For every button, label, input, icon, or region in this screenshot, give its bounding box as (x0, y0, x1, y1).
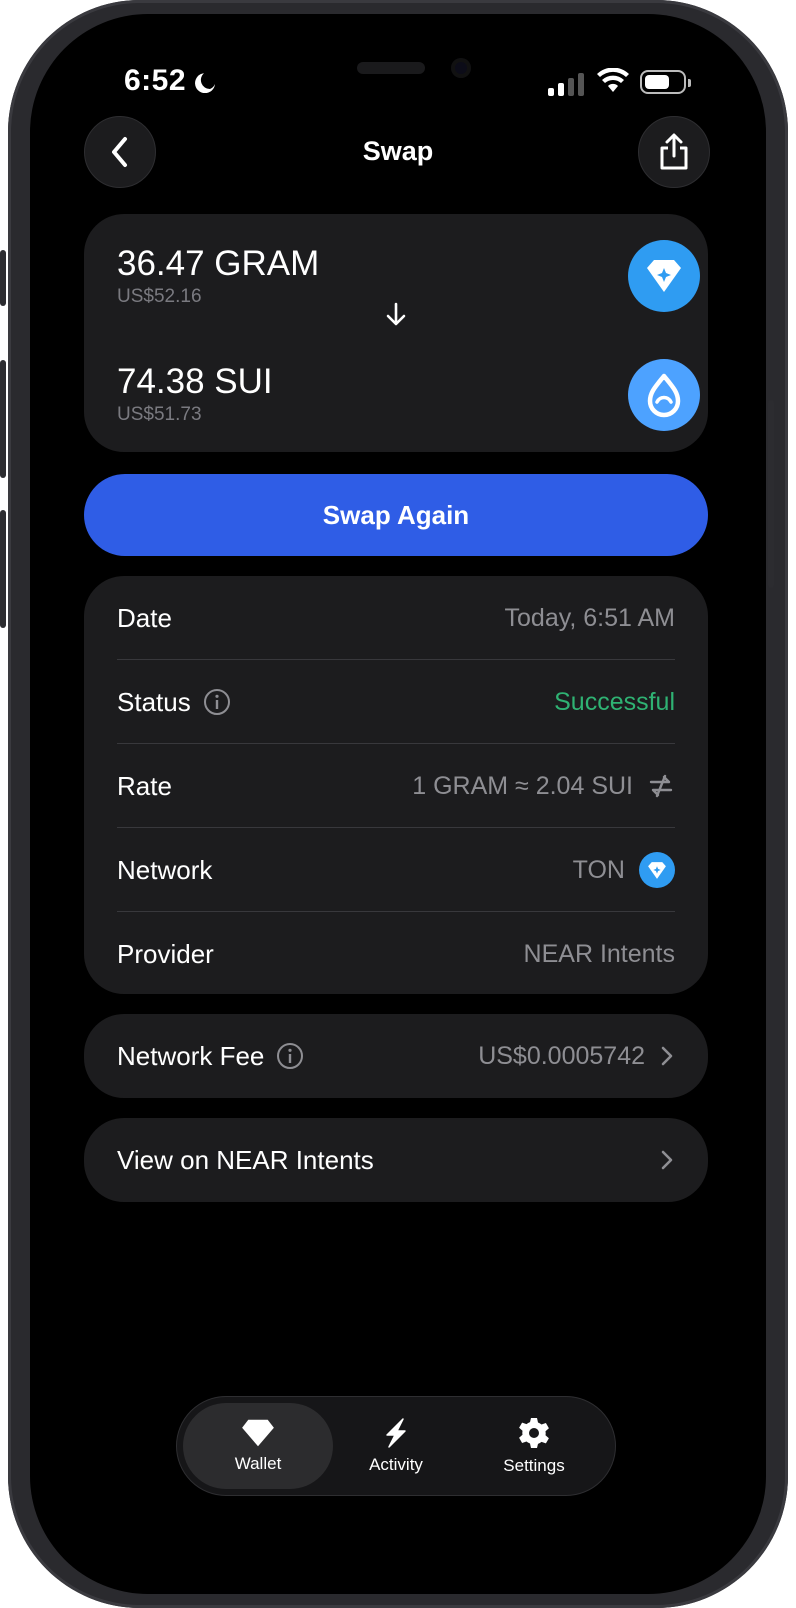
wifi-icon (597, 68, 629, 92)
share-icon (660, 133, 688, 170)
lightning-icon (386, 1418, 406, 1448)
tab-wallet[interactable]: Wallet (183, 1403, 333, 1489)
tab-label: Wallet (234, 1454, 282, 1473)
provider-value: NEAR Intents (523, 939, 675, 968)
action-button (0, 250, 6, 306)
battery-icon (640, 70, 691, 94)
sui-drop-icon (628, 359, 700, 431)
tab-settings[interactable]: Settings (459, 1403, 609, 1489)
chevron-right-icon (661, 1046, 673, 1066)
screen: 6:52 Swap 36.47 GRAM US$52.16 74.38 SUI … (30, 14, 766, 1594)
from-usd-value: US$52.16 (117, 286, 202, 307)
status-label: Status (117, 686, 191, 717)
view-link-chevron (659, 1148, 675, 1172)
ton-network-icon (639, 852, 675, 888)
moon-icon (195, 73, 216, 93)
swap-direction-icon[interactable] (647, 772, 675, 800)
status-time-text: 6:52 (124, 64, 187, 97)
network-value: TON (572, 855, 625, 884)
status-label-group: Status (117, 687, 231, 718)
detail-row-network: Network TON (117, 828, 675, 912)
tab-bar: Wallet Activity Settings (176, 1396, 616, 1496)
provider-label: Provider (117, 938, 214, 969)
tab-label: Activity (369, 1455, 423, 1474)
rate-value-group: 1 GRAM ≈ 2.04 SUI (412, 772, 675, 801)
tab-activity[interactable]: Activity (321, 1403, 471, 1489)
swap-summary-card: 36.47 GRAM US$52.16 74.38 SUI US$51.73 (84, 214, 708, 452)
view-link-label: View on NEAR Intents (117, 1144, 374, 1175)
from-amount: 36.47 GRAM (117, 244, 320, 283)
date-value: Today, 6:51 AM (504, 603, 675, 632)
tab-label: Settings (503, 1456, 565, 1475)
cellular-signal-icon (548, 72, 584, 96)
network-fee-label: Network Fee (117, 1040, 265, 1071)
to-usd-value: US$51.73 (117, 404, 202, 425)
status-bar: 6:52 (30, 14, 766, 114)
info-icon[interactable] (203, 688, 231, 716)
rate-label: Rate (117, 770, 172, 801)
network-label: Network (117, 854, 213, 885)
status-value: Successful (554, 687, 675, 716)
gear-icon (519, 1418, 549, 1448)
view-on-near-intents-link[interactable]: View on NEAR Intents (84, 1118, 708, 1202)
network-fee-label-group: Network Fee (117, 1041, 304, 1072)
detail-row-rate: Rate 1 GRAM ≈ 2.04 SUI (117, 744, 675, 828)
power-button (768, 400, 774, 588)
detail-row-status: Status Successful (117, 660, 675, 744)
share-button[interactable] (638, 116, 710, 188)
view-link-content: View on NEAR Intents (117, 1118, 675, 1202)
to-amount: 74.38 SUI (117, 362, 273, 401)
phone-frame: 6:52 Swap 36.47 GRAM US$52.16 74.38 SUI … (0, 0, 788, 1608)
chevron-right-icon (661, 1150, 673, 1170)
wallet-diamond-icon (242, 1419, 274, 1447)
status-time: 6:52 (124, 64, 218, 98)
date-label: Date (117, 602, 172, 633)
ton-diamond-icon (628, 240, 700, 312)
volume-up-button (0, 360, 6, 478)
network-fee-content: Network Fee US$0.0005742 (117, 1014, 675, 1098)
detail-row-date: Date Today, 6:51 AM (117, 576, 675, 660)
network-fee-value-group: US$0.0005742 (478, 1042, 675, 1071)
network-fee-value: US$0.0005742 (478, 1041, 645, 1070)
detail-row-provider: Provider NEAR Intents (117, 912, 675, 996)
rate-value: 1 GRAM ≈ 2.04 SUI (412, 771, 633, 800)
network-fee-row[interactable]: Network Fee US$0.0005742 (84, 1014, 708, 1098)
volume-down-button (0, 510, 6, 628)
network-value-group: TON (573, 852, 675, 888)
swap-again-button[interactable]: Swap Again (84, 474, 708, 556)
swap-details-card: Date Today, 6:51 AM Status Successful Ra… (84, 576, 708, 994)
info-icon[interactable] (276, 1042, 304, 1070)
arrow-down-icon (386, 302, 406, 326)
